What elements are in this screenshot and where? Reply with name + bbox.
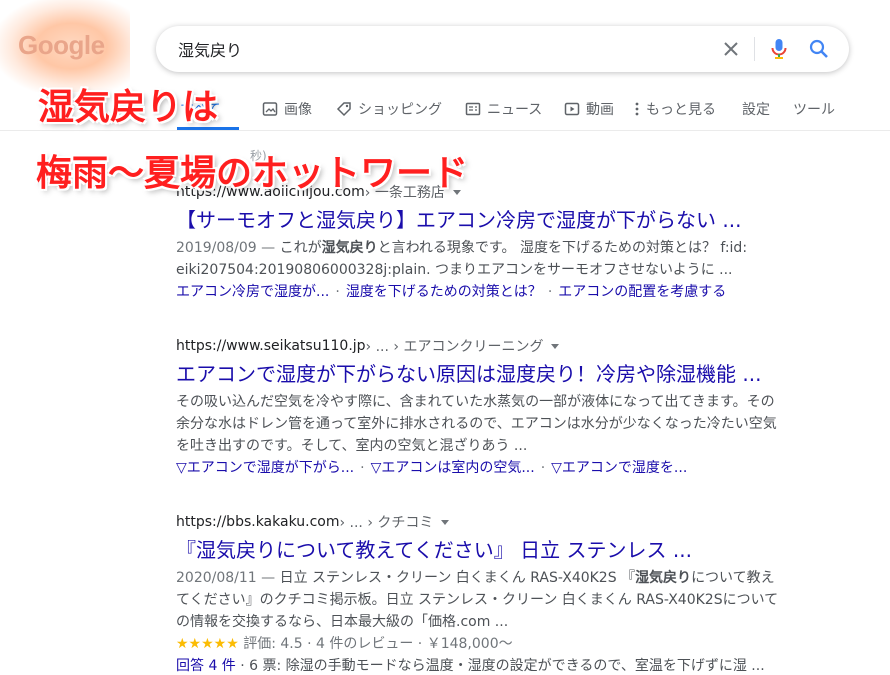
result-answer: 回答 4 件 · 6 票: 除湿の手動モードなら温度・湿度の設定ができるので、室…: [176, 658, 765, 674]
tab-tools[interactable]: ツール: [793, 96, 835, 122]
sitelink[interactable]: ▽エアコンで湿度が下がら...: [176, 460, 354, 476]
more-vert-icon: [635, 102, 639, 116]
sitelink[interactable]: 湿度を下げるための対策とは？: [346, 284, 542, 300]
sitelink[interactable]: ▽エアコンで湿度を...: [551, 460, 687, 476]
news-icon: [465, 102, 481, 116]
dropdown-arrow-icon[interactable]: [441, 519, 450, 525]
search-input[interactable]: [178, 26, 698, 72]
sitelink[interactable]: エアコン冷房で湿度が...: [176, 284, 329, 300]
star-rating-icon: ★★★★★: [176, 636, 239, 652]
result-cite[interactable]: https://bbs.kakaku.com › ... › クチコミ: [176, 512, 786, 532]
result-title[interactable]: 【サーモオフと湿気戻り】エアコン冷房で湿度が下がらない ...: [176, 207, 786, 233]
tab-images[interactable]: 画像: [262, 96, 312, 122]
tag-icon: [336, 102, 351, 117]
overlay-headline-1: 湿気戻りは: [37, 86, 219, 129]
nav-divider: [0, 130, 890, 131]
clear-icon[interactable]: [719, 37, 743, 61]
result-snippet: 2020/08/11 — 日立 ステンレス・クリーン 白くまくん RAS-X40…: [176, 570, 779, 630]
tab-news[interactable]: ニュース: [465, 96, 542, 122]
result-rating: ★★★★★ 評価: 4.5 · 4 件のレビュー · ￥148,000〜: [176, 636, 513, 652]
search-result-1: https://www.aoiichijou.com › 一条工務店 【サーモオ…: [176, 182, 786, 303]
tab-more[interactable]: もっと見る: [634, 96, 716, 122]
result-sitelinks: エアコン冷房で湿度が... · 湿度を下げるための対策とは？ · エアコンの配置を考慮す…: [176, 284, 727, 300]
sitelink[interactable]: ▽エアコンは室内の空気...: [371, 460, 535, 476]
result-sitelinks: ▽エアコンで湿度が下がら... · ▽エアコンは室内の空気... · ▽エアコンで湿度を…: [176, 460, 688, 476]
tab-videos[interactable]: 動画: [564, 96, 614, 122]
result-snippet: 2019/08/09 — これが湿気戻りと言われる現象です。 湿度を下げるための…: [176, 240, 748, 278]
google-logo[interactable]: Google: [18, 30, 105, 61]
search-box: [156, 26, 849, 72]
result-cite[interactable]: https://www.seikatsu110.jp › ... › エアコンク…: [176, 336, 786, 356]
mic-icon[interactable]: [768, 37, 790, 61]
result-title[interactable]: エアコンで湿度が下がらない原因は湿度戻り！冷房や除湿機能 ...: [176, 361, 786, 387]
image-icon: [262, 102, 278, 116]
search-icon[interactable]: [807, 37, 831, 61]
search-result-3: https://bbs.kakaku.com › ... › クチコミ 『湿気戻…: [176, 512, 786, 675]
tab-shopping[interactable]: ショッピング: [336, 96, 442, 122]
search-divider: [754, 37, 755, 61]
overlay-headline-2: 梅雨〜夏場のホットワード: [35, 152, 469, 195]
result-title[interactable]: 『湿気戻りについて教えてください』 日立 ステンレス ...: [176, 537, 786, 563]
play-icon: [564, 102, 580, 116]
result-snippet: その吸い込んだ空気を冷やす際に、含まれていた水蒸気の一部が液体になって出てきます…: [176, 394, 777, 454]
tab-settings[interactable]: 設定: [742, 96, 770, 122]
dropdown-arrow-icon[interactable]: [551, 343, 560, 349]
search-result-2: https://www.seikatsu110.jp › ... › エアコンク…: [176, 336, 786, 479]
sitelink[interactable]: エアコンの配置を考慮する: [558, 284, 726, 300]
